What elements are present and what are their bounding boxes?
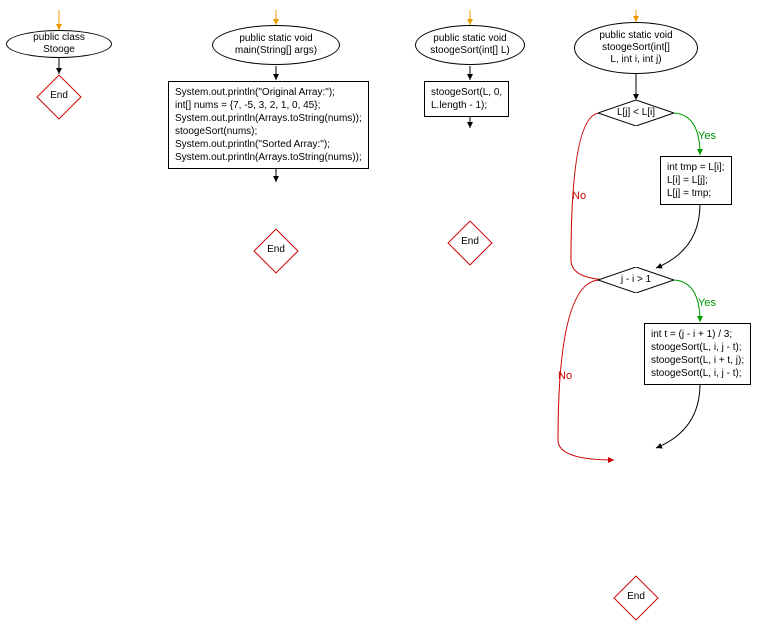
end-node-1: End (36, 74, 82, 120)
end-label: End (36, 90, 82, 101)
end-label: End (447, 236, 493, 247)
end-node-3: End (447, 220, 493, 266)
end-label: End (253, 244, 299, 255)
main-method-text: public static void main(String[] args) (235, 33, 317, 57)
sort1-method-text: public static void stoogeSort(int[] L) (430, 33, 509, 57)
recurse-text: int t = (j - i + 1) / 3; stoogeSort(L, i… (651, 329, 744, 379)
swap-box: int tmp = L[i]; L[i] = L[j]; L[j] = tmp; (660, 156, 732, 205)
sort1-body-box: stoogeSort(L, 0, L.length - 1); (424, 81, 509, 117)
cond1-diamond: L[j] < L[i] (598, 100, 674, 126)
swap-text: int tmp = L[i]; L[i] = L[j]; L[j] = tmp; (667, 162, 725, 199)
sort1-body-text: stoogeSort(L, 0, L.length - 1); (431, 87, 502, 111)
yes-label-2: Yes (698, 297, 716, 309)
sort2-method-ellipse: public static void stoogeSort(int[] L, i… (574, 22, 698, 74)
main-body-text: System.out.println("Original Array:"); i… (175, 87, 362, 163)
end-node-4: End (613, 575, 659, 621)
end-label: End (613, 591, 659, 602)
cond2-diamond: j - i > 1 (598, 267, 674, 293)
cond2-text: j - i > 1 (598, 274, 674, 285)
no-label-1: No (572, 190, 586, 202)
no-label-2: No (558, 370, 572, 382)
yes-label-1: Yes (698, 130, 716, 142)
end-node-2: End (253, 228, 299, 274)
main-method-ellipse: public static void main(String[] args) (212, 25, 340, 65)
main-body-box: System.out.println("Original Array:"); i… (168, 81, 369, 169)
recurse-box: int t = (j - i + 1) / 3; stoogeSort(L, i… (644, 323, 751, 385)
class-decl-ellipse: public class Stooge (6, 30, 112, 58)
class-decl-text: public class Stooge (17, 32, 101, 56)
cond1-text: L[j] < L[i] (598, 107, 674, 118)
sort2-method-text: public static void stoogeSort(int[] L, i… (599, 30, 672, 66)
sort1-method-ellipse: public static void stoogeSort(int[] L) (415, 25, 525, 65)
